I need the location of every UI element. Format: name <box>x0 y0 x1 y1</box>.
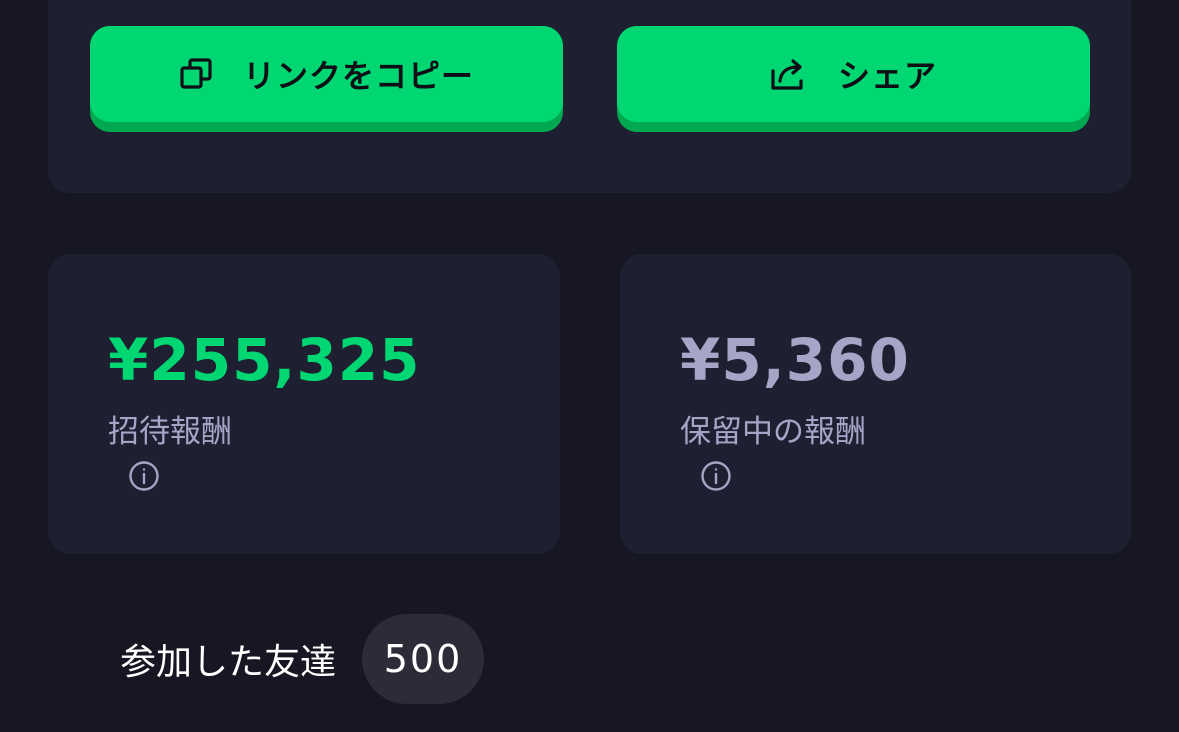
pending-reward-label: 保留中の報酬 <box>680 414 866 450</box>
copy-link-button-face: リンクをコピー <box>90 26 563 122</box>
earned-amount: ¥255,325 <box>108 326 421 394</box>
copy-icon <box>179 57 213 91</box>
share-label: シェア <box>837 57 937 95</box>
pending-reward-card: ¥5,360 保留中の報酬 <box>620 254 1131 554</box>
copy-link-button[interactable]: リンクをコピー <box>90 26 563 132</box>
info-icon[interactable] <box>700 460 732 492</box>
joined-friends-row: 参加した友達 500 <box>120 614 485 704</box>
share-button[interactable]: シェア <box>617 26 1090 132</box>
earned-reward-card: ¥255,325 招待報酬 <box>48 254 560 554</box>
joined-friends-count-badge: 500 <box>362 614 485 704</box>
pending-amount: ¥5,360 <box>680 326 910 394</box>
info-icon[interactable] <box>128 460 160 492</box>
share-button-face: シェア <box>617 26 1090 122</box>
earned-reward-label: 招待報酬 <box>108 414 232 450</box>
share-icon <box>770 57 808 91</box>
copy-link-label: リンクをコピー <box>242 57 474 95</box>
joined-friends-label: 参加した友達 <box>120 642 337 683</box>
